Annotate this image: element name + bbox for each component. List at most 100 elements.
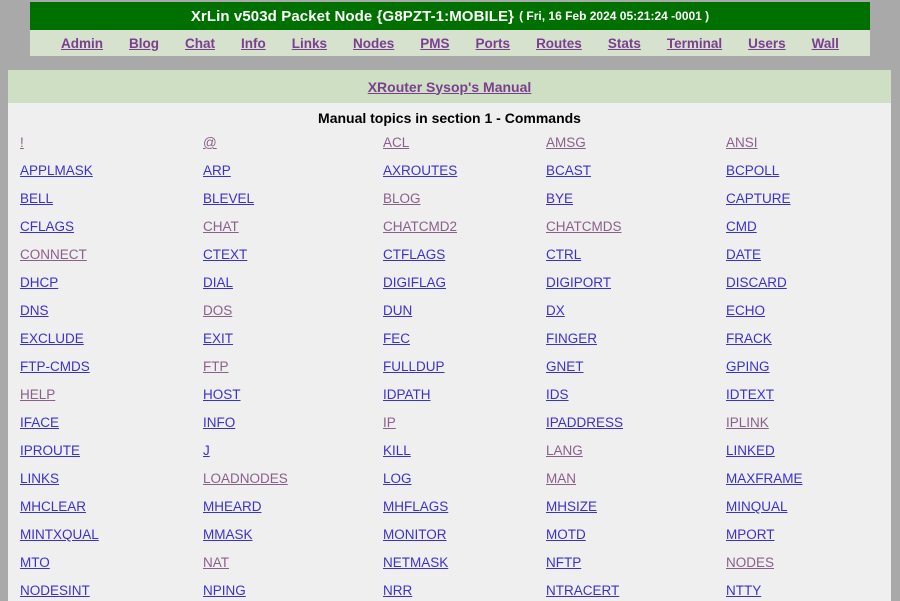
topic-link-ip[interactable]: IP	[383, 415, 396, 430]
topic-link-connect[interactable]: CONNECT	[20, 247, 87, 262]
topic-link-bcpoll[interactable]: BCPOLL	[726, 163, 779, 178]
nav-item-wall[interactable]: Wall	[812, 36, 839, 51]
nav-item-users[interactable]: Users	[748, 36, 786, 51]
topic-link-digiport[interactable]: DIGIPORT	[546, 275, 611, 290]
topic-link-discard[interactable]: DISCARD	[726, 275, 787, 290]
topic-link-nat[interactable]: NAT	[203, 555, 229, 570]
topic-link-date[interactable]: DATE	[726, 247, 761, 262]
topic-link-iproute[interactable]: IPROUTE	[20, 443, 80, 458]
topic-link-exclude[interactable]: EXCLUDE	[20, 331, 84, 346]
topic-link-ftp[interactable]: FTP	[203, 359, 229, 374]
nav-item-stats[interactable]: Stats	[608, 36, 641, 51]
topic-link-bell[interactable]: BELL	[20, 191, 53, 206]
nav-item-chat[interactable]: Chat	[185, 36, 215, 51]
topic-link-bye[interactable]: BYE	[546, 191, 573, 206]
topic-link-gping[interactable]: GPING	[726, 359, 770, 374]
topic-link-mmask[interactable]: MMASK	[203, 527, 253, 542]
nav-item-info[interactable]: Info	[241, 36, 266, 51]
topic-link-mport[interactable]: MPORT	[726, 527, 775, 542]
nav-item-admin[interactable]: Admin	[61, 36, 103, 51]
topic-link-acl[interactable]: ACL	[383, 135, 409, 150]
topic-link-gnet[interactable]: GNET	[546, 359, 584, 374]
topic-link-fulldup[interactable]: FULLDUP	[383, 359, 445, 374]
topic-link-maxframe[interactable]: MAXFRAME	[726, 471, 803, 486]
topic-link-mhsize[interactable]: MHSIZE	[546, 499, 597, 514]
nav-item-blog[interactable]: Blog	[129, 36, 159, 51]
topic-link-mto[interactable]: MTO	[20, 555, 50, 570]
topic-link-ctrl[interactable]: CTRL	[546, 247, 581, 262]
topic-link-ctext[interactable]: CTEXT	[203, 247, 247, 262]
topic-link-mhflags[interactable]: MHFLAGS	[383, 499, 448, 514]
topic-link-minqual[interactable]: MINQUAL	[726, 499, 788, 514]
topic-link-dhcp[interactable]: DHCP	[20, 275, 58, 290]
nav-item-routes[interactable]: Routes	[536, 36, 582, 51]
topic-link-chat[interactable]: CHAT	[203, 219, 239, 234]
topic-link-idpath[interactable]: IDPATH	[383, 387, 431, 402]
topic-link-nrr[interactable]: NRR	[383, 583, 412, 598]
topic-link-dx[interactable]: DX	[546, 303, 565, 318]
topic-link-echo[interactable]: ECHO	[726, 303, 765, 318]
topic-link-frack[interactable]: FRACK	[726, 331, 772, 346]
topic-link-ftp-cmds[interactable]: FTP-CMDS	[20, 359, 90, 374]
topic-link-amsg[interactable]: AMSG	[546, 135, 586, 150]
topic-link-digiflag[interactable]: DIGIFLAG	[383, 275, 446, 290]
topic-link-info[interactable]: INFO	[203, 415, 235, 430]
topic-link-iface[interactable]: IFACE	[20, 415, 59, 430]
topic-link-mheard[interactable]: MHEARD	[203, 499, 262, 514]
topic-link-ntracert[interactable]: NTRACERT	[546, 583, 619, 598]
topic-link-capture[interactable]: CAPTURE	[726, 191, 791, 206]
topic-link-nodes[interactable]: NODES	[726, 555, 774, 570]
topic-link-blevel[interactable]: BLEVEL	[203, 191, 254, 206]
topic-link-ids[interactable]: IDS	[546, 387, 569, 402]
topic-link-ansi[interactable]: ANSI	[726, 135, 758, 150]
topic-link-fec[interactable]: FEC	[383, 331, 410, 346]
topic-link-links[interactable]: LINKS	[20, 471, 59, 486]
topic-link-linked[interactable]: LINKED	[726, 443, 775, 458]
nav-item-terminal[interactable]: Terminal	[667, 36, 722, 51]
topic-link-j[interactable]: J	[203, 443, 210, 458]
topic-link-dos[interactable]: DOS	[203, 303, 232, 318]
topic-link-monitor[interactable]: MONITOR	[383, 527, 447, 542]
topic-link-nftp[interactable]: NFTP	[546, 555, 581, 570]
topic-link-chatcmds[interactable]: CHATCMDS	[546, 219, 622, 234]
manual-title-link[interactable]: XRouter Sysop's Manual	[368, 79, 532, 95]
topic-cell: CHAT	[203, 219, 239, 234]
topic-link-axroutes[interactable]: AXROUTES	[383, 163, 457, 178]
topic-link-motd[interactable]: MOTD	[546, 527, 586, 542]
topic-link--[interactable]: @	[203, 135, 217, 150]
topic-link-log[interactable]: LOG	[383, 471, 412, 486]
topic-link--[interactable]: !	[20, 135, 24, 150]
topic-link-cmd[interactable]: CMD	[726, 219, 757, 234]
topic-link-ipaddress[interactable]: IPADDRESS	[546, 415, 623, 430]
nav-item-pms[interactable]: PMS	[420, 36, 449, 51]
topic-link-host[interactable]: HOST	[203, 387, 241, 402]
topic-link-applmask[interactable]: APPLMASK	[20, 163, 93, 178]
topic-link-help[interactable]: HELP	[20, 387, 55, 402]
topic-link-mhclear[interactable]: MHCLEAR	[20, 499, 86, 514]
topic-link-kill[interactable]: KILL	[383, 443, 411, 458]
topic-link-dns[interactable]: DNS	[20, 303, 49, 318]
topic-link-dial[interactable]: DIAL	[203, 275, 233, 290]
topic-link-ctflags[interactable]: CTFLAGS	[383, 247, 445, 262]
nav-item-links[interactable]: Links	[292, 36, 327, 51]
topic-link-dun[interactable]: DUN	[383, 303, 412, 318]
nav-item-nodes[interactable]: Nodes	[353, 36, 394, 51]
topic-link-arp[interactable]: ARP	[203, 163, 231, 178]
topic-link-man[interactable]: MAN	[546, 471, 576, 486]
topic-link-nping[interactable]: NPING	[203, 583, 246, 598]
topic-link-nodesint[interactable]: NODESINT	[20, 583, 90, 598]
topic-link-cflags[interactable]: CFLAGS	[20, 219, 74, 234]
topic-link-exit[interactable]: EXIT	[203, 331, 233, 346]
topic-link-iplink[interactable]: IPLINK	[726, 415, 769, 430]
nav-item-ports[interactable]: Ports	[476, 36, 511, 51]
topic-link-ntty[interactable]: NTTY	[726, 583, 761, 598]
topic-link-lang[interactable]: LANG	[546, 443, 583, 458]
topic-link-finger[interactable]: FINGER	[546, 331, 597, 346]
topic-link-chatcmd2[interactable]: CHATCMD2	[383, 219, 457, 234]
topic-link-netmask[interactable]: NETMASK	[383, 555, 448, 570]
topic-link-bcast[interactable]: BCAST	[546, 163, 591, 178]
topic-link-mintxqual[interactable]: MINTXQUAL	[20, 527, 99, 542]
topic-link-loadnodes[interactable]: LOADNODES	[203, 471, 288, 486]
topic-link-idtext[interactable]: IDTEXT	[726, 387, 774, 402]
topic-link-blog[interactable]: BLOG	[383, 191, 421, 206]
